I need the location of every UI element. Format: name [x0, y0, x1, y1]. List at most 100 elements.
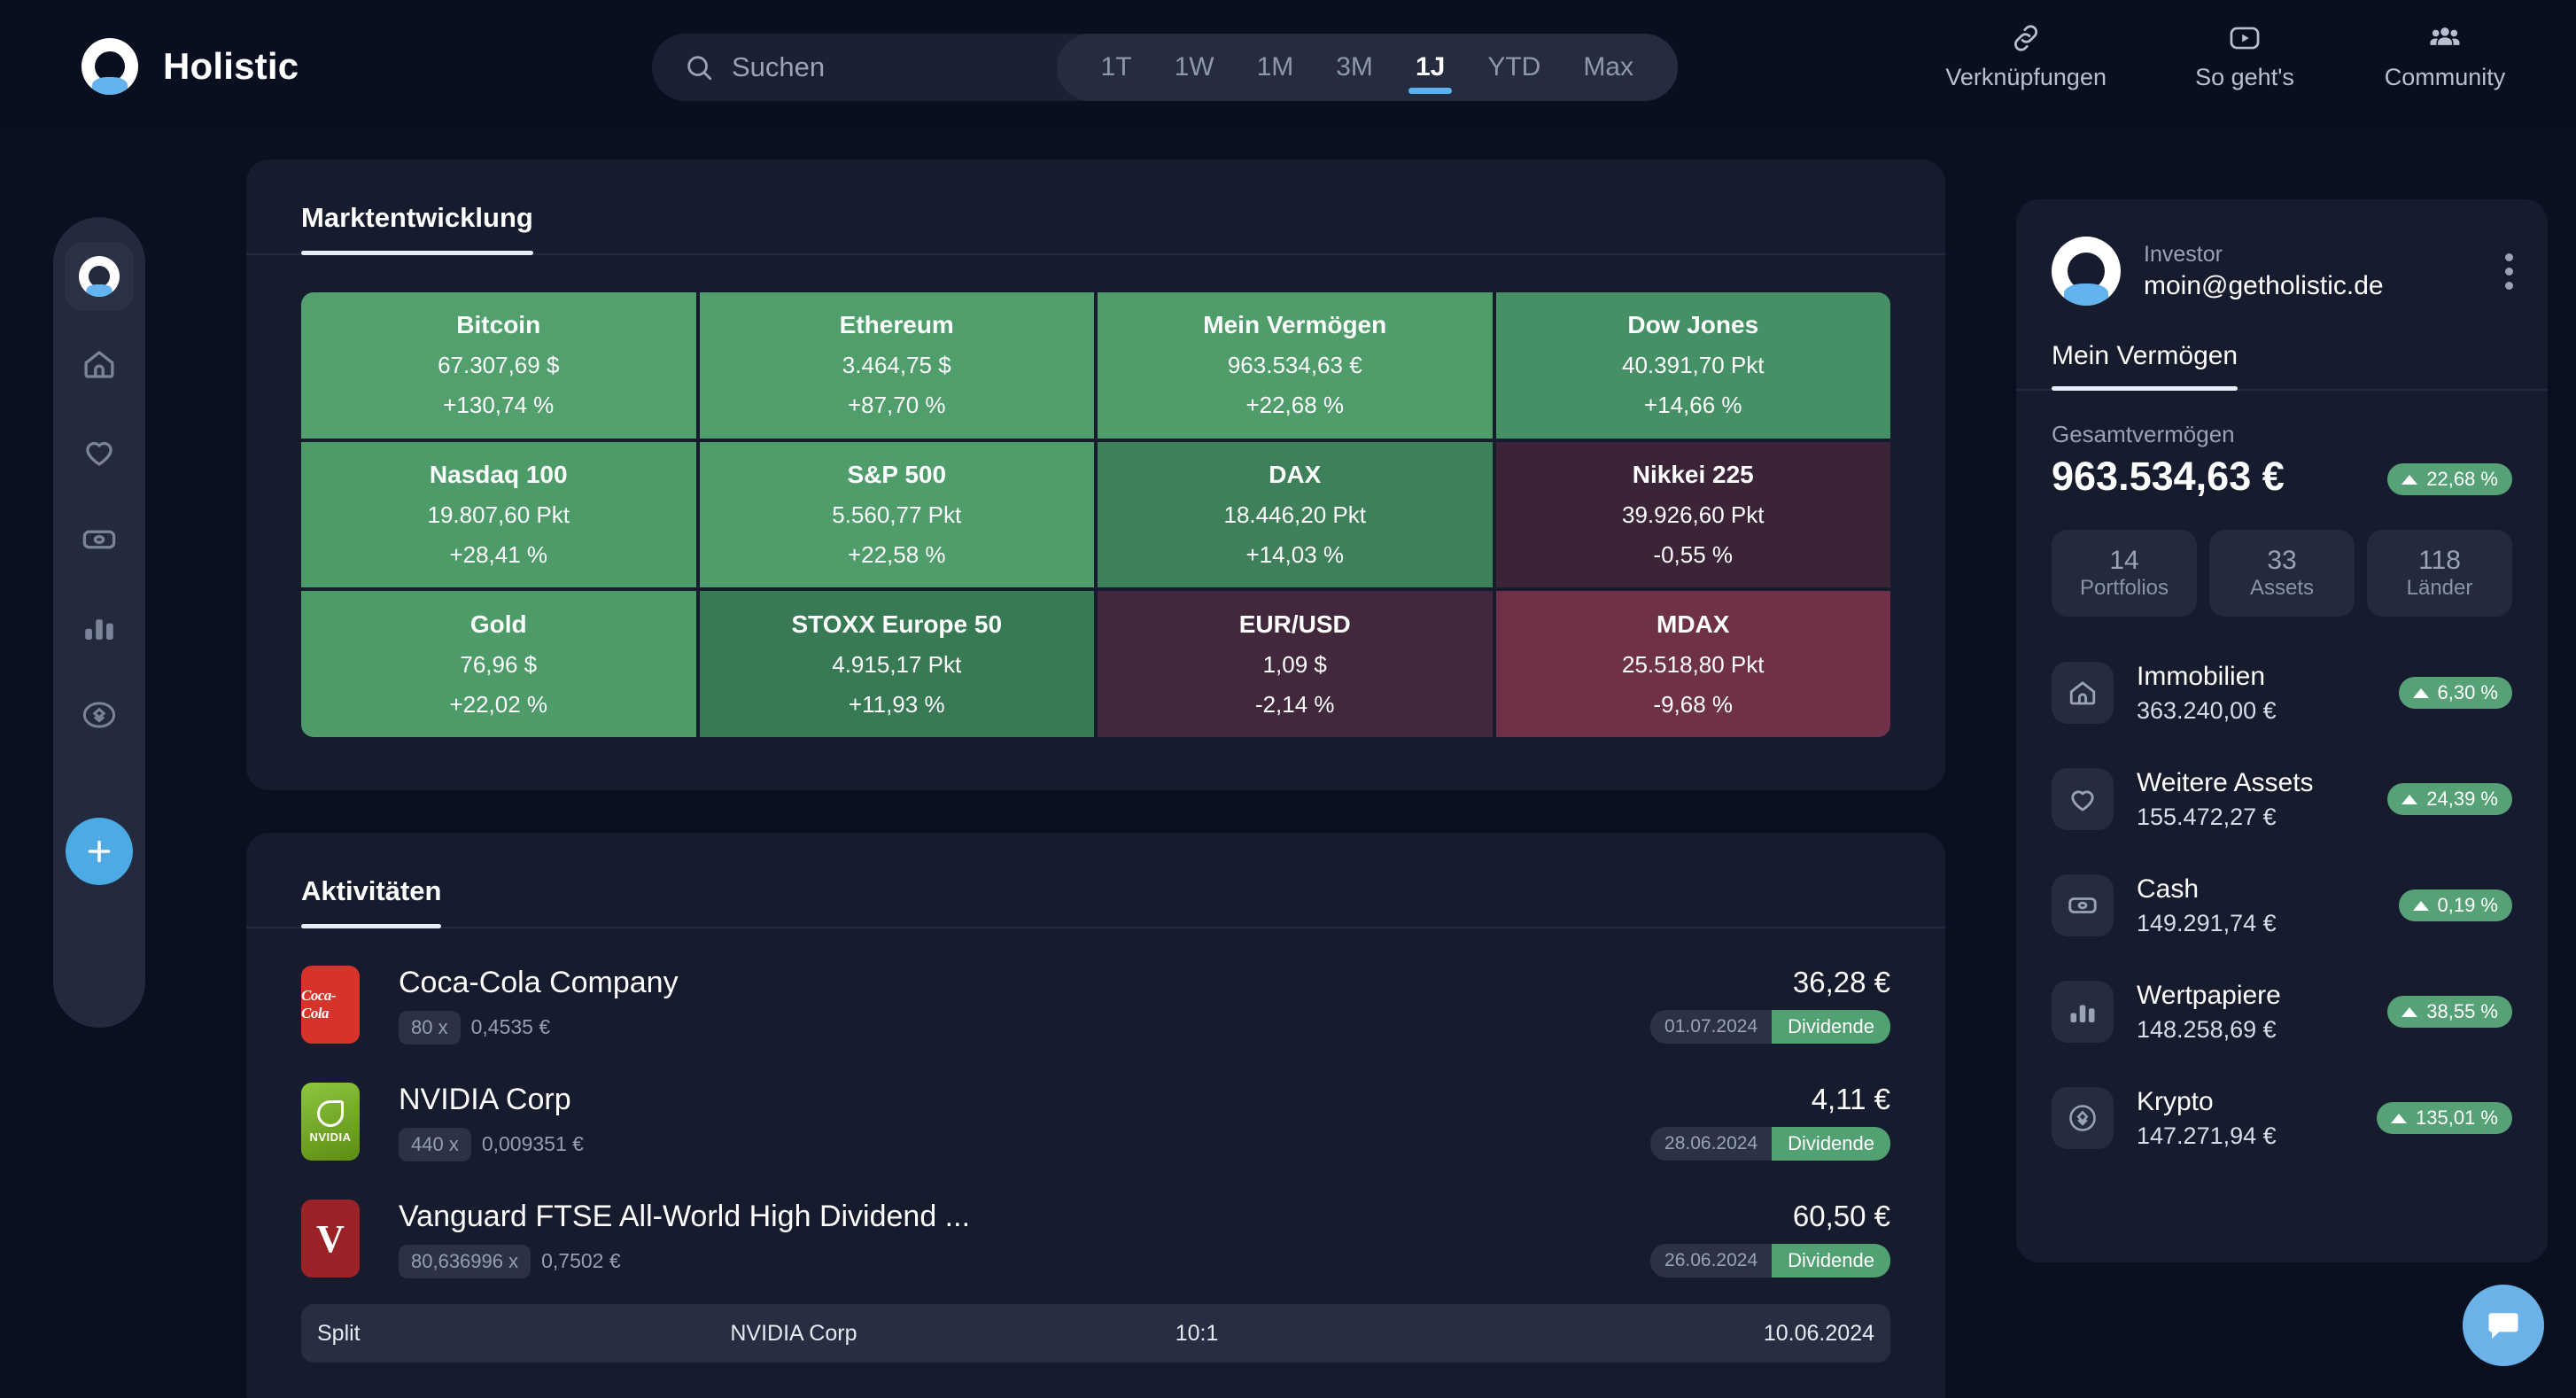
sidebar-item-dashboard[interactable] [65, 242, 134, 311]
range-tab-3m[interactable]: 3M [1316, 34, 1393, 101]
activity-info: NVIDIA Corp 440 x 0,009351 € [399, 1083, 1650, 1161]
heatmap-tile[interactable]: Bitcoin 67.307,69 $ +130,74 % [301, 292, 696, 439]
range-tab-1m[interactable]: 1M [1238, 34, 1314, 101]
nav-item-so-gehts[interactable]: So geht's [2183, 21, 2307, 91]
sidebar-item-immobilien[interactable] [65, 330, 134, 399]
activities-list: Coca-Cola Coca-Cola Company 80 x 0,4535 … [246, 928, 1945, 1297]
split-asset: NVIDIA Corp [730, 1320, 857, 1346]
add-button[interactable] [66, 818, 133, 885]
portfolio-panel: Investor moin@getholistic.de Mein Vermög… [2016, 199, 2548, 1262]
sidebar-item-krypto[interactable] [65, 680, 134, 749]
asset-change-value: 24,39 % [2426, 788, 2498, 810]
heatmap-tile[interactable]: Gold 76,96 $ +22,02 % [301, 591, 696, 737]
stat-portfolios[interactable]: 14 Portfolios [2052, 530, 2197, 617]
split-row[interactable]: Split NVIDIA Corp 10:1 10.06.2024 [301, 1304, 1890, 1363]
asset-info: Weitere Assets 155.472,27 € [2137, 768, 2387, 831]
heatmap-tile[interactable]: Dow Jones 40.391,70 Pkt +14,66 % [1495, 292, 1890, 439]
sidebar-item-cash[interactable] [65, 505, 134, 574]
asset-row-cash[interactable]: Cash 149.291,74 € 0,19 % [2052, 852, 2512, 959]
activity-row[interactable]: V Vanguard FTSE All-World High Dividend … [301, 1180, 1890, 1297]
brand-name: Holistic [163, 45, 299, 87]
tile-value: 3.464,75 $ [842, 352, 951, 379]
tile-name: Nasdaq 100 [429, 460, 568, 488]
stat-number: 14 [2109, 546, 2139, 575]
tile-name: Ethereum [839, 311, 954, 339]
activity-sub: 80 x 0,4535 € [399, 1010, 1650, 1045]
activity-info: Vanguard FTSE All-World High Dividend ..… [399, 1200, 1650, 1278]
heatmap-tile[interactable]: S&P 500 5.560,77 Pkt +22,58 % [699, 441, 1094, 588]
asset-name: Weitere Assets [2137, 767, 2314, 797]
range-tab-1t[interactable]: 1T [1082, 34, 1152, 101]
activity-amount: 60,50 € [1792, 1200, 1890, 1232]
stat-assets[interactable]: 33 Assets [2209, 530, 2355, 617]
activities-card: Aktivitäten Coca-Cola Coca-Cola Company … [246, 833, 1945, 1398]
asset-row-weitere-assets[interactable]: Weitere Assets 155.472,27 € 24,39 % [2052, 746, 2512, 852]
stat-number: 33 [2267, 546, 2297, 575]
asset-change-badge: 38,55 % [2387, 996, 2512, 1028]
chat-fab[interactable] [2463, 1285, 2544, 1366]
activity-badge: 28.06.2024 Dividende [1650, 1127, 1890, 1161]
activity-sub: 80,636996 x 0,7502 € [399, 1244, 1650, 1278]
heatmap-tile[interactable]: Ethereum 3.464,75 $ +87,70 % [699, 292, 1094, 439]
range-tab-1j[interactable]: 1J [1396, 34, 1464, 101]
nav-item-verknuepfungen[interactable]: Verknüpfungen [1945, 21, 2107, 91]
sidebar-item-wertpapiere[interactable] [65, 593, 134, 662]
tile-value: 39.926,60 Pkt [1622, 501, 1765, 528]
community-people-icon [2430, 27, 2460, 45]
sidebar-item-weitere-assets[interactable] [65, 417, 134, 486]
heatmap-tile[interactable]: STOXX Europe 50 4.915,17 Pkt +11,93 % [699, 591, 1094, 737]
portfolio-stats: 14 Portfolios 33 Assets 118 Länder [2016, 500, 2548, 617]
video-play-icon [2230, 27, 2260, 50]
activity-unit-price: 0,7502 € [541, 1249, 621, 1272]
tile-name: MDAX [1657, 610, 1730, 638]
heatmap-tile[interactable]: DAX 18.446,20 Pkt +14,03 % [1098, 441, 1493, 588]
kebab-menu-icon[interactable] [2498, 246, 2513, 297]
activity-row[interactable]: Coca-Cola Coca-Cola Company 80 x 0,4535 … [301, 946, 1890, 1063]
stat-laender[interactable]: 118 Länder [2367, 530, 2512, 617]
tile-change: -2,14 % [1254, 690, 1335, 718]
asset-info: Wertpapiere 148.258,69 € [2137, 981, 2387, 1044]
tile-value: 76,96 $ [460, 650, 538, 678]
asset-row-krypto[interactable]: Krypto 147.271,94 € 135,01 % [2052, 1065, 2512, 1171]
market-card-header: Marktentwicklung [246, 159, 1945, 255]
asset-row-immobilien[interactable]: Immobilien 363.240,00 € 6,30 % [2052, 640, 2512, 746]
heatmap-tile[interactable]: Mein Vermögen 963.534,63 € +22,68 % [1098, 292, 1493, 439]
tile-value: 18.446,20 Pkt [1223, 501, 1366, 528]
profile-header: Investor moin@getholistic.de [2016, 199, 2548, 306]
tile-name: Dow Jones [1627, 311, 1759, 339]
brand[interactable]: Holistic [81, 38, 613, 95]
stat-caption: Länder [2406, 576, 2473, 600]
tile-value: 4.915,17 Pkt [832, 650, 962, 678]
activity-type-badge: Dividende [1772, 1127, 1890, 1161]
tile-name: Bitcoin [456, 311, 541, 339]
holistic-donut-logo [81, 38, 138, 95]
heatmap-tile[interactable]: Nasdaq 100 19.807,60 Pkt +28,41 % [301, 441, 696, 588]
activity-badge: 26.06.2024 Dividende [1650, 1244, 1890, 1278]
nav-item-community[interactable]: Community [2383, 21, 2507, 91]
range-tab-1w[interactable]: 1W [1155, 34, 1234, 101]
activity-unit-price: 0,009351 € [481, 1132, 584, 1155]
tile-change: +22,68 % [1245, 392, 1345, 419]
range-tab-max[interactable]: Max [1563, 34, 1653, 101]
profile-meta: Investor moin@getholistic.de [2144, 242, 2498, 301]
heatmap-tile[interactable]: MDAX 25.518,80 Pkt -9,68 % [1495, 591, 1890, 737]
heatmap-tile[interactable]: EUR/USD 1,09 $ -2,14 % [1098, 591, 1493, 737]
coca-cola-logo: Coca-Cola [301, 966, 360, 1044]
holistic-donut-avatar[interactable] [2052, 237, 2121, 306]
activity-date: 01.07.2024 [1650, 1010, 1773, 1044]
bar-chart-icon [85, 619, 113, 640]
asset-change-badge: 135,01 % [2377, 1102, 2512, 1134]
market-heatmap: Bitcoin 67.307,69 $ +130,74 % Ethereum 3… [301, 292, 1890, 737]
asset-value: 155.472,27 € [2137, 803, 2277, 830]
range-tab-ytd[interactable]: YTD [1468, 34, 1560, 101]
heatmap-tile[interactable]: Nikkei 225 39.926,60 Pkt -0,55 % [1495, 441, 1890, 588]
search-bar[interactable]: 1T 1W 1M 3M 1J YTD Max [652, 34, 1678, 101]
activity-row[interactable]: NVIDIA NVIDIA Corp 440 x 0,009351 € 4,11… [301, 1063, 1890, 1180]
tile-change: +28,41 % [449, 540, 548, 568]
search-icon [687, 56, 712, 81]
up-caret-icon [2412, 900, 2429, 911]
asset-row-wertpapiere[interactable]: Wertpapiere 148.258,69 € 38,55 % [2052, 959, 2512, 1065]
tab-mein-vermoegen[interactable]: Mein Vermögen [2052, 341, 2238, 391]
asset-value: 149.291,74 € [2137, 909, 2277, 936]
asset-info: Krypto 147.271,94 € [2137, 1087, 2377, 1150]
